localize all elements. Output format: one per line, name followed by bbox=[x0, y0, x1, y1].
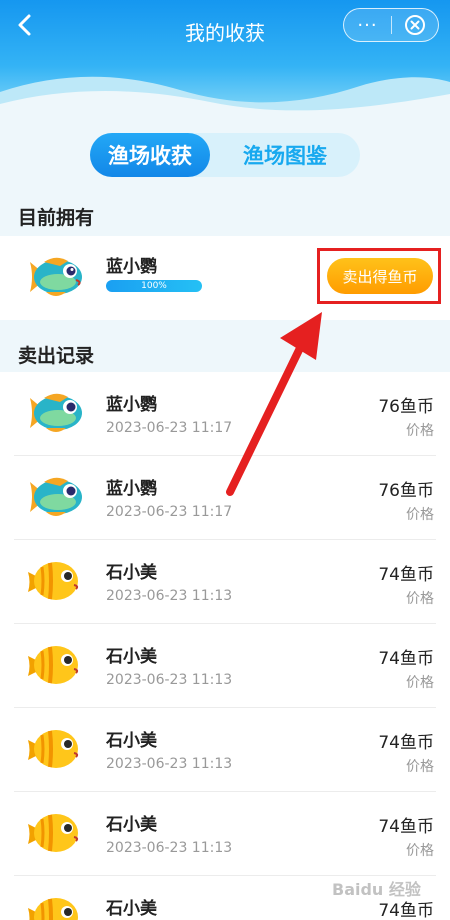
list-item: 石小美 2023-06-23 11:13 74鱼币 价格 bbox=[0, 624, 450, 708]
record-price: 76鱼币 bbox=[378, 397, 434, 417]
record-fish-name: 石小美 bbox=[106, 647, 157, 667]
record-price: 74鱼币 bbox=[378, 565, 434, 585]
progress-bar: 100% bbox=[106, 280, 202, 292]
list-item: 石小美 2023-06-23 11:13 74鱼币 价格 bbox=[0, 792, 450, 876]
yellow-butterflyfish-icon bbox=[28, 562, 79, 600]
record-price: 74鱼币 bbox=[378, 817, 434, 837]
record-price-label: 价格 bbox=[406, 843, 434, 859]
wave-decoration bbox=[0, 76, 450, 120]
tab-harvest[interactable]: 渔场收获 bbox=[90, 133, 210, 177]
tab-catalog[interactable]: 渔场图鉴 bbox=[210, 133, 360, 177]
record-fish-name: 蓝小鹦 bbox=[106, 479, 157, 499]
blue-parrotfish-icon bbox=[30, 393, 82, 432]
record-fish-name: 石小美 bbox=[106, 563, 157, 583]
list-item: 石小美 2023-06-23 11:13 74鱼币 价格 bbox=[0, 540, 450, 624]
sell-for-coins-button[interactable]: 卖出得鱼币 bbox=[327, 258, 433, 294]
capsule-menu: ··· bbox=[343, 8, 439, 42]
watermark-logo: Baidu 经验 bbox=[332, 880, 421, 899]
owned-fish-name: 蓝小鹦 bbox=[106, 257, 157, 277]
record-fish-name: 石小美 bbox=[106, 731, 157, 751]
record-price-label: 价格 bbox=[406, 591, 434, 607]
list-item: 蓝小鹦 2023-06-23 11:17 76鱼币 价格 bbox=[0, 372, 450, 456]
yellow-butterflyfish-icon bbox=[28, 898, 78, 920]
yellow-butterflyfish-icon bbox=[28, 814, 79, 852]
records-section-title: 卖出记录 bbox=[18, 345, 95, 367]
record-time: 2023-06-23 11:17 bbox=[106, 420, 233, 436]
record-price: 74鱼币 bbox=[378, 733, 434, 753]
record-time: 2023-06-23 11:17 bbox=[106, 504, 233, 520]
owned-section-title: 目前拥有 bbox=[18, 207, 95, 229]
record-time: 2023-06-23 11:13 bbox=[106, 840, 233, 856]
record-price-label: 价格 bbox=[406, 423, 434, 439]
list-item: 石小美 2023-06-23 11:13 74鱼币 价格 bbox=[0, 708, 450, 792]
more-button[interactable]: ··· bbox=[344, 15, 391, 36]
yellow-butterflyfish-icon bbox=[28, 646, 79, 684]
record-price-label: 价格 bbox=[406, 675, 434, 691]
tab-switcher: 渔场收获 渔场图鉴 bbox=[90, 133, 360, 177]
record-fish-name: 蓝小鹦 bbox=[106, 395, 157, 415]
record-price-label: 价格 bbox=[406, 759, 434, 775]
blue-parrotfish-icon bbox=[30, 257, 82, 296]
list-item: 蓝小鹦 2023-06-23 11:17 76鱼币 价格 bbox=[0, 456, 450, 540]
record-price: 74鱼币 bbox=[378, 649, 434, 669]
yellow-butterflyfish-icon bbox=[28, 730, 79, 768]
record-price: 76鱼币 bbox=[378, 481, 434, 501]
blue-parrotfish-icon bbox=[30, 477, 82, 516]
record-fish-name: 石小美 bbox=[106, 899, 157, 919]
sales-record-list: 蓝小鹦 2023-06-23 11:17 76鱼币 价格 蓝小鹦 2023-06… bbox=[0, 372, 450, 920]
record-price-label: 价格 bbox=[406, 507, 434, 523]
circle-close-icon[interactable] bbox=[392, 14, 438, 36]
record-time: 2023-06-23 11:13 bbox=[106, 588, 233, 604]
record-time: 2023-06-23 11:13 bbox=[106, 756, 233, 772]
progress-label: 100% bbox=[141, 281, 167, 291]
record-time: 2023-06-23 11:13 bbox=[106, 672, 233, 688]
owned-item-card: 蓝小鹦 100% 卖出得鱼币 bbox=[0, 236, 450, 320]
header-bar: 我的收获 ··· bbox=[0, 0, 450, 120]
record-fish-name: 石小美 bbox=[106, 815, 157, 835]
